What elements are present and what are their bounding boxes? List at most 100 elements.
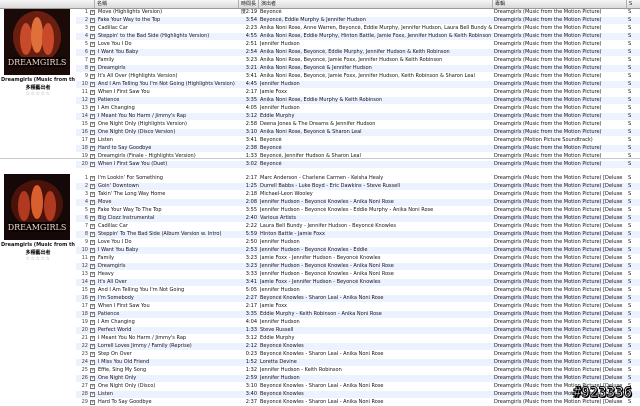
track-checkbox[interactable] bbox=[90, 272, 95, 277]
table-row[interactable]: 14 I Meant You No Harm / Jimmy's Rap 3:12E… bbox=[76, 113, 640, 120]
table-row[interactable]: 14 It's All Over 3:41Jamie Foxx - Jennifer… bbox=[76, 279, 640, 286]
track-checkbox[interactable] bbox=[90, 232, 95, 237]
table-row[interactable]: 9 Love You I Do 2:50Jennifer Hudson Dreamgi… bbox=[76, 239, 640, 246]
table-row[interactable]: 8 Steppin' To The Bad Side (Album Version… bbox=[76, 231, 640, 238]
table-row[interactable]: 7 Cadillac Car 2:22Laura Bell Bundy - Jenn… bbox=[76, 223, 640, 230]
table-row[interactable]: 20 When I First Saw You (Duet) 3:02Beyoncé… bbox=[76, 161, 640, 168]
track-checkbox[interactable] bbox=[90, 280, 95, 285]
track-checkbox[interactable] bbox=[90, 114, 95, 119]
album-rating-1[interactable]: ☆☆☆☆☆ bbox=[1, 91, 75, 97]
track-checkbox[interactable] bbox=[90, 26, 95, 31]
track-checkbox[interactable] bbox=[90, 384, 95, 389]
table-row[interactable]: 3 Takin' The Long Way Home 2:18Michael-Leo… bbox=[76, 191, 640, 198]
track-checkbox[interactable] bbox=[90, 10, 95, 15]
table-row[interactable]: 5 Fake Your Way To The Top 3:55Jennifer Hu… bbox=[76, 207, 640, 214]
table-row[interactable]: 6 I Want You Baby 2:54Anika Noni Rose, Bey… bbox=[76, 49, 640, 56]
table-row[interactable]: 15 And I Am Telling You I'm Not Going 5:05… bbox=[76, 287, 640, 294]
table-row[interactable]: 13 Heavy 3:33Jennifer Hudson - Beyoncé Kno… bbox=[76, 271, 640, 278]
track-checkbox[interactable] bbox=[90, 154, 95, 159]
track-checkbox[interactable] bbox=[90, 288, 95, 293]
table-row[interactable]: 28Listen3:40Beyoncé KnowlesDreamgirls (M… bbox=[76, 391, 640, 398]
table-row[interactable]: 17 Listen 3:41Beyoncé Dreamgirls (Motion Pi… bbox=[76, 137, 640, 144]
column-header-name[interactable]: 名稱 bbox=[94, 0, 234, 8]
track-checkbox[interactable] bbox=[90, 304, 95, 309]
track-checkbox[interactable] bbox=[90, 42, 95, 47]
table-row[interactable]: 10 I Want You Baby 2:53Jennifer Hudson - B… bbox=[76, 247, 640, 254]
table-row[interactable]: 17 When I First Saw You 2:17Jamie Foxx Drea… bbox=[76, 303, 640, 310]
track-checkbox[interactable] bbox=[90, 98, 95, 103]
table-row[interactable]: 3 Cadillac Car 2:23Anika Noni Rose, Anne W… bbox=[76, 25, 640, 32]
table-row[interactable]: 10 And I Am Telling You I'm Not Going (Hi… bbox=[76, 81, 640, 88]
table-row[interactable]: 2 Goin' Downtown 1:25Durrell Babbs - Luke … bbox=[76, 183, 640, 190]
track-checkbox[interactable] bbox=[90, 392, 95, 397]
track-checkbox[interactable] bbox=[90, 336, 95, 341]
table-row[interactable]: 26 One Night Only 2:59Jennifer Hudson Dream… bbox=[76, 375, 640, 382]
column-header-artist[interactable]: 演出者 bbox=[258, 0, 492, 8]
table-row[interactable]: 25 Effie, Sing My Song 1:32Jennifer Hudson… bbox=[76, 367, 640, 374]
track-checkbox[interactable] bbox=[90, 74, 95, 79]
track-checkbox[interactable] bbox=[90, 312, 95, 317]
track-checkbox[interactable] bbox=[90, 216, 95, 221]
table-row[interactable]: 16 I'm Somebody 2:27Beyoncé Knowles - Shar… bbox=[76, 295, 640, 302]
table-row[interactable]: 1 I'm Lookin' For Something 2:17Marc Ander… bbox=[76, 175, 640, 182]
table-row[interactable]: 22 Lorrell Loves Jimmy / Family (Reprise)… bbox=[76, 343, 640, 350]
column-header-time[interactable]: 時間長度 bbox=[238, 0, 258, 15]
album-artwork-1[interactable]: DREAMGIRLS bbox=[4, 9, 70, 75]
track-checkbox[interactable] bbox=[90, 184, 95, 189]
track-checkbox[interactable] bbox=[90, 368, 95, 373]
table-row[interactable]: 9 It's All Over (Highlights Version) 3:41A… bbox=[76, 73, 640, 80]
track-checkbox[interactable] bbox=[90, 122, 95, 127]
track-checkbox[interactable] bbox=[90, 328, 95, 333]
table-row[interactable]: 15 One Night Only (Highlights Version) 2:5… bbox=[76, 121, 640, 128]
table-row[interactable]: 11 Family 3:23Jamie Foxx - Jennifer Hudson… bbox=[76, 255, 640, 262]
track-checkbox[interactable] bbox=[90, 208, 95, 213]
table-row[interactable]: 21 I Meant You No Harm / Jimmy's Rap 3:12E… bbox=[76, 335, 640, 342]
album-artwork-2[interactable]: DREAMGIRLS bbox=[4, 174, 70, 240]
track-checkbox[interactable] bbox=[90, 200, 95, 205]
track-checkbox[interactable] bbox=[90, 296, 95, 301]
track-checkbox[interactable] bbox=[90, 320, 95, 325]
track-checkbox[interactable] bbox=[90, 66, 95, 71]
track-checkbox[interactable] bbox=[90, 248, 95, 253]
track-checkbox[interactable] bbox=[90, 50, 95, 55]
table-row[interactable]: 6 Big Clozz Instrumental 2:40Various Artis… bbox=[76, 215, 640, 222]
track-checkbox[interactable] bbox=[90, 376, 95, 381]
table-row[interactable]: 20 Perfect World 1:33Steve Russell Dreamgir… bbox=[76, 327, 640, 334]
table-row[interactable]: 4 Steppin' to the Bad Side (Highlights Ve… bbox=[76, 33, 640, 40]
track-checkbox[interactable] bbox=[90, 106, 95, 111]
table-row[interactable]: 18 Patience 3:35Eddie Murphy - Keith Robin… bbox=[76, 311, 640, 318]
table-row[interactable]: 4 Move 2:08Jennifer Hudson - Beyoncé Knowl… bbox=[76, 199, 640, 206]
table-row[interactable]: 16 One Night Only (Disco Version) 3:10Anik… bbox=[76, 129, 640, 136]
table-row[interactable]: 12 Patience 3:35Anika Noni Rose, Eddie Mur… bbox=[76, 97, 640, 104]
table-row[interactable]: 7 Family 3:23Anika Noni Rose, Beyoncé, Jam… bbox=[76, 57, 640, 64]
column-header-album[interactable]: 專輯 bbox=[492, 0, 626, 8]
track-checkbox[interactable] bbox=[90, 344, 95, 349]
table-row[interactable]: 8 Dreamgirls 3:21Anika Noni Rose, Beyoncé … bbox=[76, 65, 640, 72]
track-checkbox[interactable] bbox=[90, 138, 95, 143]
track-checkbox[interactable] bbox=[90, 352, 95, 357]
table-row[interactable]: 18 Hard to Say Goodbye 2:38Beyoncé Dreamgir… bbox=[76, 145, 640, 152]
track-checkbox[interactable] bbox=[90, 360, 95, 365]
track-checkbox[interactable] bbox=[90, 146, 95, 151]
table-row[interactable]: 19 I Am Changing 4:04Jennifer Hudson Dreamg… bbox=[76, 319, 640, 326]
track-checkbox[interactable] bbox=[90, 240, 95, 245]
track-checkbox[interactable] bbox=[90, 162, 95, 167]
table-row[interactable]: 24 I Miss You Old Friend 1:52Loretta Devin… bbox=[76, 359, 640, 366]
table-row[interactable]: 23 Step On Over 0:23Beyoncé Knowles - Shar… bbox=[76, 351, 640, 358]
table-row[interactable]: 13 I Am Changing 4:05Jennifer Hudson Dreamg… bbox=[76, 105, 640, 112]
table-row[interactable]: 19 Dreamgirls (Finale - Highlights Versio… bbox=[76, 153, 640, 160]
track-checkbox[interactable] bbox=[90, 264, 95, 269]
table-row[interactable]: 2 Fake Your Way to the Top 3:54Beyoncé, Ed… bbox=[76, 17, 640, 24]
track-checkbox[interactable] bbox=[90, 58, 95, 63]
track-checkbox[interactable] bbox=[90, 176, 95, 181]
track-checkbox[interactable] bbox=[90, 90, 95, 95]
track-checkbox[interactable] bbox=[90, 18, 95, 23]
track-checkbox[interactable] bbox=[90, 82, 95, 87]
track-checkbox[interactable] bbox=[90, 34, 95, 39]
track-checkbox[interactable] bbox=[90, 224, 95, 229]
table-row[interactable]: 12 Dreamgirls 3:23Jennifer Hudson - Beyonc… bbox=[76, 263, 640, 270]
column-header-extra[interactable]: S bbox=[626, 0, 640, 8]
track-checkbox[interactable] bbox=[90, 256, 95, 261]
table-row[interactable]: 1 Move (Highlights Version) 2:19Beyoncé Dre… bbox=[76, 9, 640, 16]
table-row[interactable]: 5 Love You I Do 2:51Jennifer Hudson Dreamgi… bbox=[76, 41, 640, 48]
